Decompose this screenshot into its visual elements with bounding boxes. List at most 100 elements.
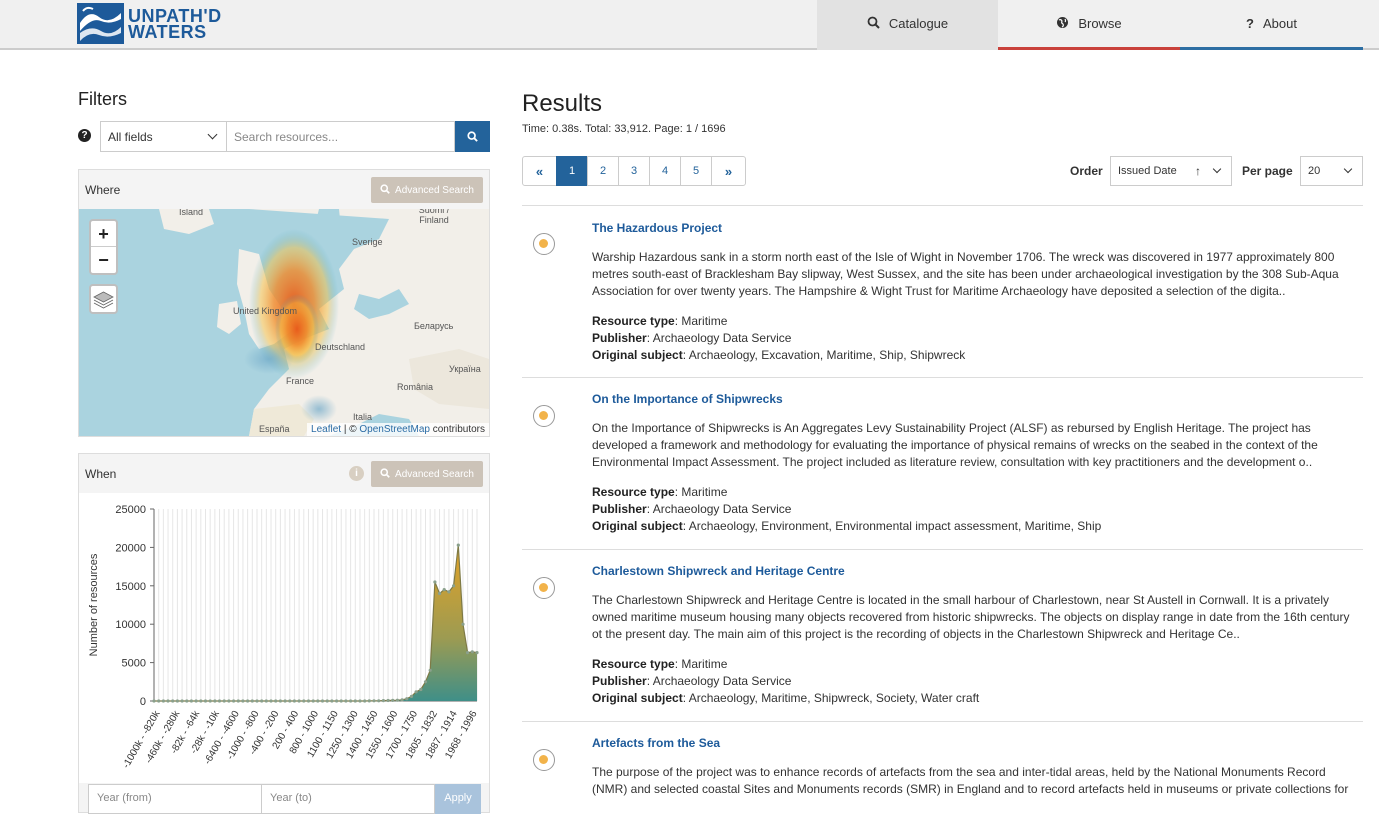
leaflet-link[interactable]: Leaflet	[311, 424, 341, 435]
data-point	[353, 699, 357, 703]
year-to-input[interactable]: Year (to)	[262, 784, 435, 814]
result-item: Artefacts from the Sea The purpose of th…	[522, 721, 1363, 796]
sort-ascending-icon[interactable]: ↑	[1195, 164, 1201, 178]
core-seal-icon	[533, 405, 555, 427]
data-point	[391, 698, 395, 702]
page-button[interactable]: 4	[649, 156, 681, 186]
data-point	[302, 699, 306, 703]
data-point	[157, 699, 161, 703]
map-label: Italia	[353, 412, 373, 422]
result-metadata: Resource type: Maritime Publisher: Archa…	[592, 314, 966, 362]
area-series	[154, 545, 477, 701]
zoom-out-button[interactable]: −	[91, 247, 116, 273]
result-title-link[interactable]: Charlestown Shipwreck and Heritage Centr…	[592, 564, 845, 578]
year-from-input[interactable]: Year (from)	[88, 784, 262, 814]
result-item: Charlestown Shipwreck and Heritage Centr…	[522, 549, 1363, 721]
chevron-down-icon	[1212, 164, 1222, 174]
chevron-down-icon	[207, 129, 218, 140]
pagination: « 1 2 3 4 5 »	[522, 156, 746, 186]
data-point	[292, 699, 296, 703]
data-point	[433, 580, 437, 584]
where-panel-header: Where Advanced Search	[79, 170, 489, 209]
data-point	[311, 699, 315, 703]
search-icon	[380, 467, 390, 481]
data-point	[236, 699, 240, 703]
where-advanced-search-button[interactable]: Advanced Search	[371, 177, 483, 203]
data-point	[456, 543, 460, 547]
zoom-in-button[interactable]: +	[91, 221, 116, 247]
subject-label: Original subject	[592, 348, 683, 362]
data-point	[232, 699, 236, 703]
nav-tab-about[interactable]: ? About	[1180, 0, 1363, 50]
publisher-value: Archaeology Data Service	[652, 331, 792, 345]
result-title-link[interactable]: Artefacts from the Sea	[592, 736, 720, 750]
info-icon[interactable]: i	[349, 466, 364, 481]
first-page-button[interactable]: «	[522, 156, 557, 186]
when-label: When	[85, 467, 117, 481]
data-point	[442, 588, 446, 592]
data-point	[475, 651, 479, 655]
data-point	[278, 699, 282, 703]
wave-logo-icon	[77, 3, 124, 44]
data-point	[274, 699, 278, 703]
layers-icon	[93, 291, 114, 309]
apply-button[interactable]: Apply	[435, 784, 481, 814]
order-select[interactable]: Issued Date ↑	[1110, 156, 1232, 186]
page-button[interactable]: 5	[680, 156, 712, 186]
search-input[interactable]	[227, 121, 455, 152]
help-icon[interactable]: ?	[78, 129, 91, 142]
result-title-link[interactable]: On the Importance of Shipwrecks	[592, 392, 783, 406]
nav-tab-label: Browse	[1078, 16, 1122, 31]
field-select[interactable]: All fields	[100, 121, 227, 152]
data-point	[358, 699, 362, 703]
data-point	[255, 699, 259, 703]
data-point	[180, 699, 184, 703]
data-point	[246, 699, 250, 703]
search-icon	[467, 131, 478, 142]
y-axis-label: Number of resources	[88, 553, 100, 656]
data-point	[199, 699, 203, 703]
nav-tab-browse[interactable]: Browse	[998, 0, 1180, 50]
data-point	[194, 699, 198, 703]
nav-tab-catalogue[interactable]: Catalogue	[817, 0, 998, 50]
data-point	[288, 699, 292, 703]
publisher-label: Publisher	[592, 674, 647, 688]
per-page-select[interactable]: 20	[1300, 156, 1363, 186]
data-point	[208, 699, 212, 703]
subject-value: Archaeology, Maritime, Shipwreck, Societ…	[688, 691, 980, 705]
openstreetmap-link[interactable]: OpenStreetMap	[359, 424, 430, 435]
attribution-separator: | ©	[341, 424, 360, 435]
page-button[interactable]: 1	[556, 156, 588, 186]
search-button[interactable]	[455, 121, 490, 152]
map-label: Беларусь	[414, 321, 454, 331]
timeline-chart-svg: 0500010000150002000025000-1000k - -820k-…	[88, 504, 480, 770]
data-point	[386, 698, 390, 703]
logo-line-2: WATERS	[128, 21, 207, 42]
publisher-value: Archaeology Data Service	[652, 502, 792, 516]
top-navbar: UNPATH'D WATERS Catalogue Browse ? About	[0, 0, 1379, 50]
map-label: France	[286, 376, 315, 386]
y-tick-label: 5000	[122, 658, 146, 670]
page-button[interactable]: 3	[618, 156, 650, 186]
last-page-button[interactable]: »	[711, 156, 746, 186]
site-logo[interactable]: UNPATH'D WATERS	[77, 3, 222, 44]
when-advanced-search-button[interactable]: Advanced Search	[371, 461, 483, 487]
publisher-value: Archaeology Data Service	[652, 674, 792, 688]
map-layers-button[interactable]	[89, 284, 118, 314]
page-button[interactable]: 2	[587, 156, 619, 186]
data-point	[297, 699, 301, 703]
data-point	[395, 698, 399, 702]
nav-tab-label: About	[1262, 16, 1297, 31]
result-title-link[interactable]: The Hazardous Project	[592, 221, 722, 235]
map-view[interactable]: Ísland Suomi / Finland Sverige United Ki…	[79, 209, 489, 436]
data-point	[250, 699, 254, 703]
result-item: The Hazardous Project Warship Hazardous …	[522, 205, 1363, 377]
data-point	[423, 680, 428, 684]
timeline-chart[interactable]: 0 5000 10000 15000 20000 25000 -1000k - -820k -…	[79, 493, 489, 783]
map-label: România	[397, 382, 434, 392]
map-label: Sverige	[352, 237, 383, 247]
map-label: Deutschland	[315, 342, 366, 352]
y-tick-label: 25000	[115, 504, 146, 516]
core-seal-icon	[533, 749, 555, 771]
map-label: Suomi / Finland	[418, 209, 450, 225]
